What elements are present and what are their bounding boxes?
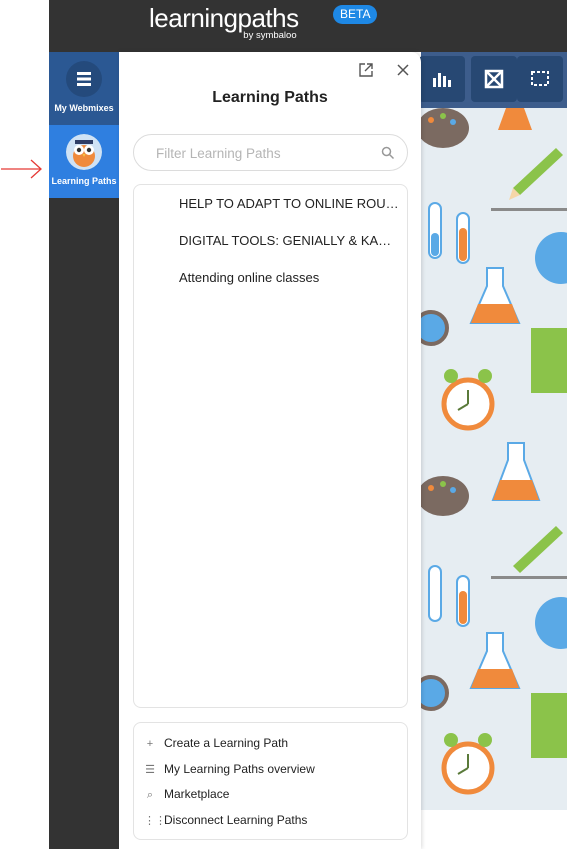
filter-field[interactable] [133, 134, 408, 171]
toolbar-tile[interactable] [419, 56, 465, 102]
close-icon[interactable] [394, 62, 412, 80]
brand-name: learningpaths [149, 3, 299, 33]
left-sidebar: My Webmixes Learning Paths [49, 52, 119, 849]
beta-badge: BETA [333, 5, 378, 24]
background-wallpaper [421, 108, 567, 810]
school-pattern-image [421, 108, 567, 795]
sidebar-item-learning-paths[interactable]: Learning Paths [49, 125, 119, 198]
grid-icon: ⋮⋮ [144, 815, 166, 827]
list-icon: ☰ [145, 764, 155, 776]
search-icon[interactable] [381, 146, 395, 160]
plus-icon: + [146, 738, 154, 750]
chart-icon [433, 73, 451, 87]
sidebar-item-label: My Webmixes [54, 103, 114, 113]
annotation-arrow-icon [1, 159, 42, 179]
learning-paths-list: HELP TO ADAPT TO ONLINE ROUTINE DIGITAL … [133, 184, 408, 708]
frame-icon [531, 71, 549, 86]
marketplace-button[interactable]: ⌕ Marketplace [144, 787, 229, 805]
disconnect-learning-paths-button[interactable]: ⋮⋮Disconnect Learning Paths [144, 813, 307, 831]
owl-avatar-icon [66, 134, 102, 170]
toolbar-tile[interactable] [471, 56, 517, 102]
search-icon: ⌕ [146, 789, 154, 801]
list-icon [66, 61, 102, 97]
action-label: My Learning Paths overview [164, 762, 315, 776]
create-learning-path-button[interactable]: + Create a Learning Path [144, 736, 288, 754]
action-label: Create a Learning Path [164, 736, 289, 750]
sidebar-item-my-webmixes[interactable]: My Webmixes [49, 52, 119, 125]
learning-paths-panel: Learning Paths HELP TO ADAPT TO ONLINE R… [119, 52, 421, 849]
panel-title: Learning Paths [212, 89, 328, 106]
actions-menu: + Create a Learning Path ☰ My Learning Pat… [133, 722, 408, 840]
brand-subtitle: by symbaloo [243, 30, 297, 41]
sidebar-item-label: Learning Paths [51, 176, 117, 186]
list-item[interactable]: DIGITAL TOOLS: GENIALLY & KAHOOT [179, 233, 399, 248]
puzzle-icon [484, 69, 504, 89]
toolbar [419, 52, 567, 108]
toolbar-tile[interactable] [517, 56, 563, 102]
list-item[interactable]: HELP TO ADAPT TO ONLINE ROUTINE [179, 196, 399, 211]
list-item[interactable]: Attending online classes [179, 270, 399, 285]
app-window: learningpaths by symbaloo BETA My Webmix… [0, 0, 567, 849]
top-header: learningpaths by symbaloo BETA [49, 0, 567, 52]
action-label: Disconnect Learning Paths [164, 813, 308, 827]
learning-paths-overview-button[interactable]: ☰ My Learning Paths overview [144, 762, 315, 780]
open-external-icon[interactable] [357, 62, 375, 80]
filter-input[interactable] [156, 144, 376, 162]
action-label: Marketplace [164, 787, 230, 801]
brand-logo[interactable]: learningpaths by symbaloo [149, 3, 299, 41]
